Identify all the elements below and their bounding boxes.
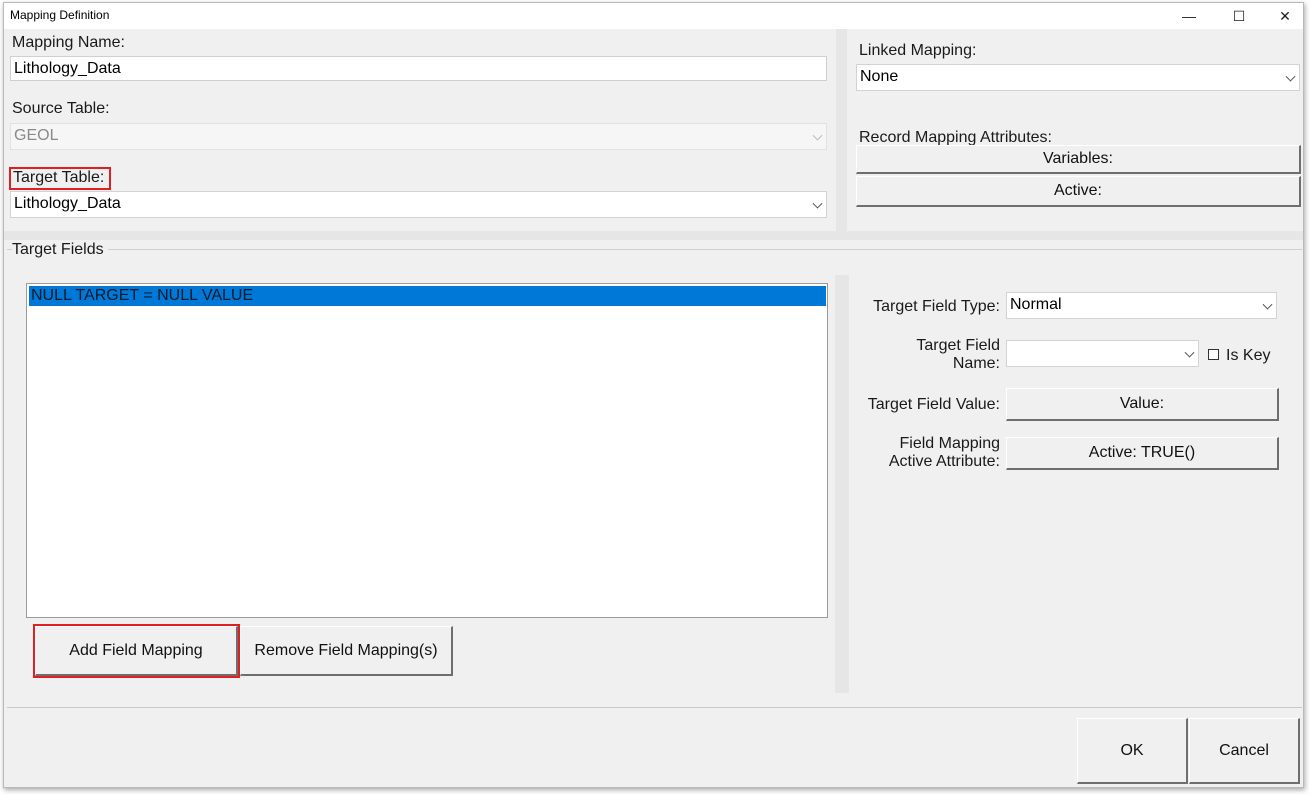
variables-button[interactable]: Variables: — [856, 145, 1301, 174]
mapping-name-value: Lithology_Data — [14, 60, 121, 77]
cancel-button-label: Cancel — [1219, 741, 1269, 759]
target-field-name-label: Target Field Name: — [874, 337, 1000, 373]
mapping-name-input[interactable]: Lithology_Data — [10, 56, 827, 81]
record-active-button-label: Active: — [1053, 182, 1102, 199]
field-mapping-active-button-label: Active: TRUE() — [1088, 444, 1196, 461]
target-field-type-select[interactable]: Normal — [1006, 292, 1277, 319]
target-table-label: Target Table: — [13, 169, 105, 186]
window-title: Mapping Definition — [10, 8, 110, 22]
title-bar: Mapping Definition — ☐ ✕ — [4, 3, 1303, 29]
target-field-value-button[interactable]: Value: — [1006, 388, 1279, 421]
field-mapping-active-label-line1: Field Mapping — [899, 435, 1001, 452]
mapping-definition-window: Mapping Definition — ☐ ✕ Mapping Name: L… — [3, 2, 1304, 788]
list-item[interactable]: NULL TARGET = NULL VALUE — [29, 286, 826, 306]
source-table-value: GEOL — [14, 127, 59, 144]
target-field-name-label-line2: Name: — [952, 355, 1000, 372]
horizontal-splitter[interactable] — [4, 231, 1303, 240]
cancel-button[interactable]: Cancel — [1189, 718, 1300, 784]
field-mapping-active-attribute-label: Field Mapping Active Attribute: — [854, 435, 1000, 471]
maximize-button[interactable]: ☐ — [1216, 3, 1262, 29]
source-table-label: Source Table: — [12, 100, 110, 117]
target-fields-list[interactable]: NULL TARGET = NULL VALUE — [26, 283, 828, 618]
ok-button[interactable]: OK — [1077, 718, 1188, 784]
target-field-type-label: Target Field Type: — [873, 298, 1000, 315]
footer-divider — [7, 707, 1302, 708]
variables-button-label: Variables: — [1043, 150, 1113, 167]
chevron-down-icon — [812, 198, 823, 209]
remove-field-mappings-label: Remove Field Mapping(s) — [254, 641, 438, 659]
maximize-icon: ☐ — [1232, 7, 1246, 24]
close-icon: ✕ — [1279, 7, 1291, 24]
mapping-name-label: Mapping Name: — [12, 34, 125, 51]
field-mapping-active-label-line2: Active Attribute: — [888, 453, 1000, 470]
target-table-value: Lithology_Data — [14, 195, 121, 212]
target-fields-group-line — [7, 249, 1302, 250]
target-field-value-button-label: Value: — [1119, 395, 1165, 412]
target-field-value-label: Target Field Value: — [867, 396, 1000, 413]
minimize-button[interactable]: — — [1166, 3, 1212, 29]
target-fields-group-label: Target Fields — [12, 241, 108, 259]
close-button[interactable]: ✕ — [1262, 3, 1308, 29]
chevron-down-icon — [812, 130, 823, 141]
add-field-mapping-highlight — [33, 624, 240, 678]
linked-mapping-select[interactable]: None — [856, 64, 1300, 91]
remove-field-mappings-button[interactable]: Remove Field Mapping(s) — [240, 626, 453, 676]
target-table-select[interactable]: Lithology_Data — [10, 191, 827, 218]
target-field-name-label-line1: Target Field — [916, 337, 1000, 354]
field-details-splitter[interactable] — [835, 275, 849, 693]
chevron-down-icon — [1285, 71, 1296, 82]
chevron-down-icon — [1262, 299, 1273, 310]
target-field-name-select[interactable] — [1006, 340, 1199, 367]
target-field-type-value: Normal — [1010, 296, 1062, 313]
minimize-icon: — — [1182, 8, 1196, 24]
linked-mapping-label: Linked Mapping: — [859, 42, 977, 59]
is-key-checkbox[interactable] — [1208, 349, 1219, 360]
vertical-splitter[interactable] — [836, 29, 847, 232]
ok-button-label: OK — [1120, 741, 1144, 759]
list-item-label: NULL TARGET = NULL VALUE — [31, 287, 254, 304]
source-table-select[interactable]: GEOL — [10, 123, 827, 150]
linked-mapping-value: None — [860, 68, 899, 85]
is-key-label: Is Key — [1226, 347, 1271, 364]
field-mapping-active-button[interactable]: Active: TRUE() — [1006, 437, 1279, 470]
chevron-down-icon — [1184, 347, 1195, 358]
record-active-button[interactable]: Active: — [856, 176, 1301, 207]
